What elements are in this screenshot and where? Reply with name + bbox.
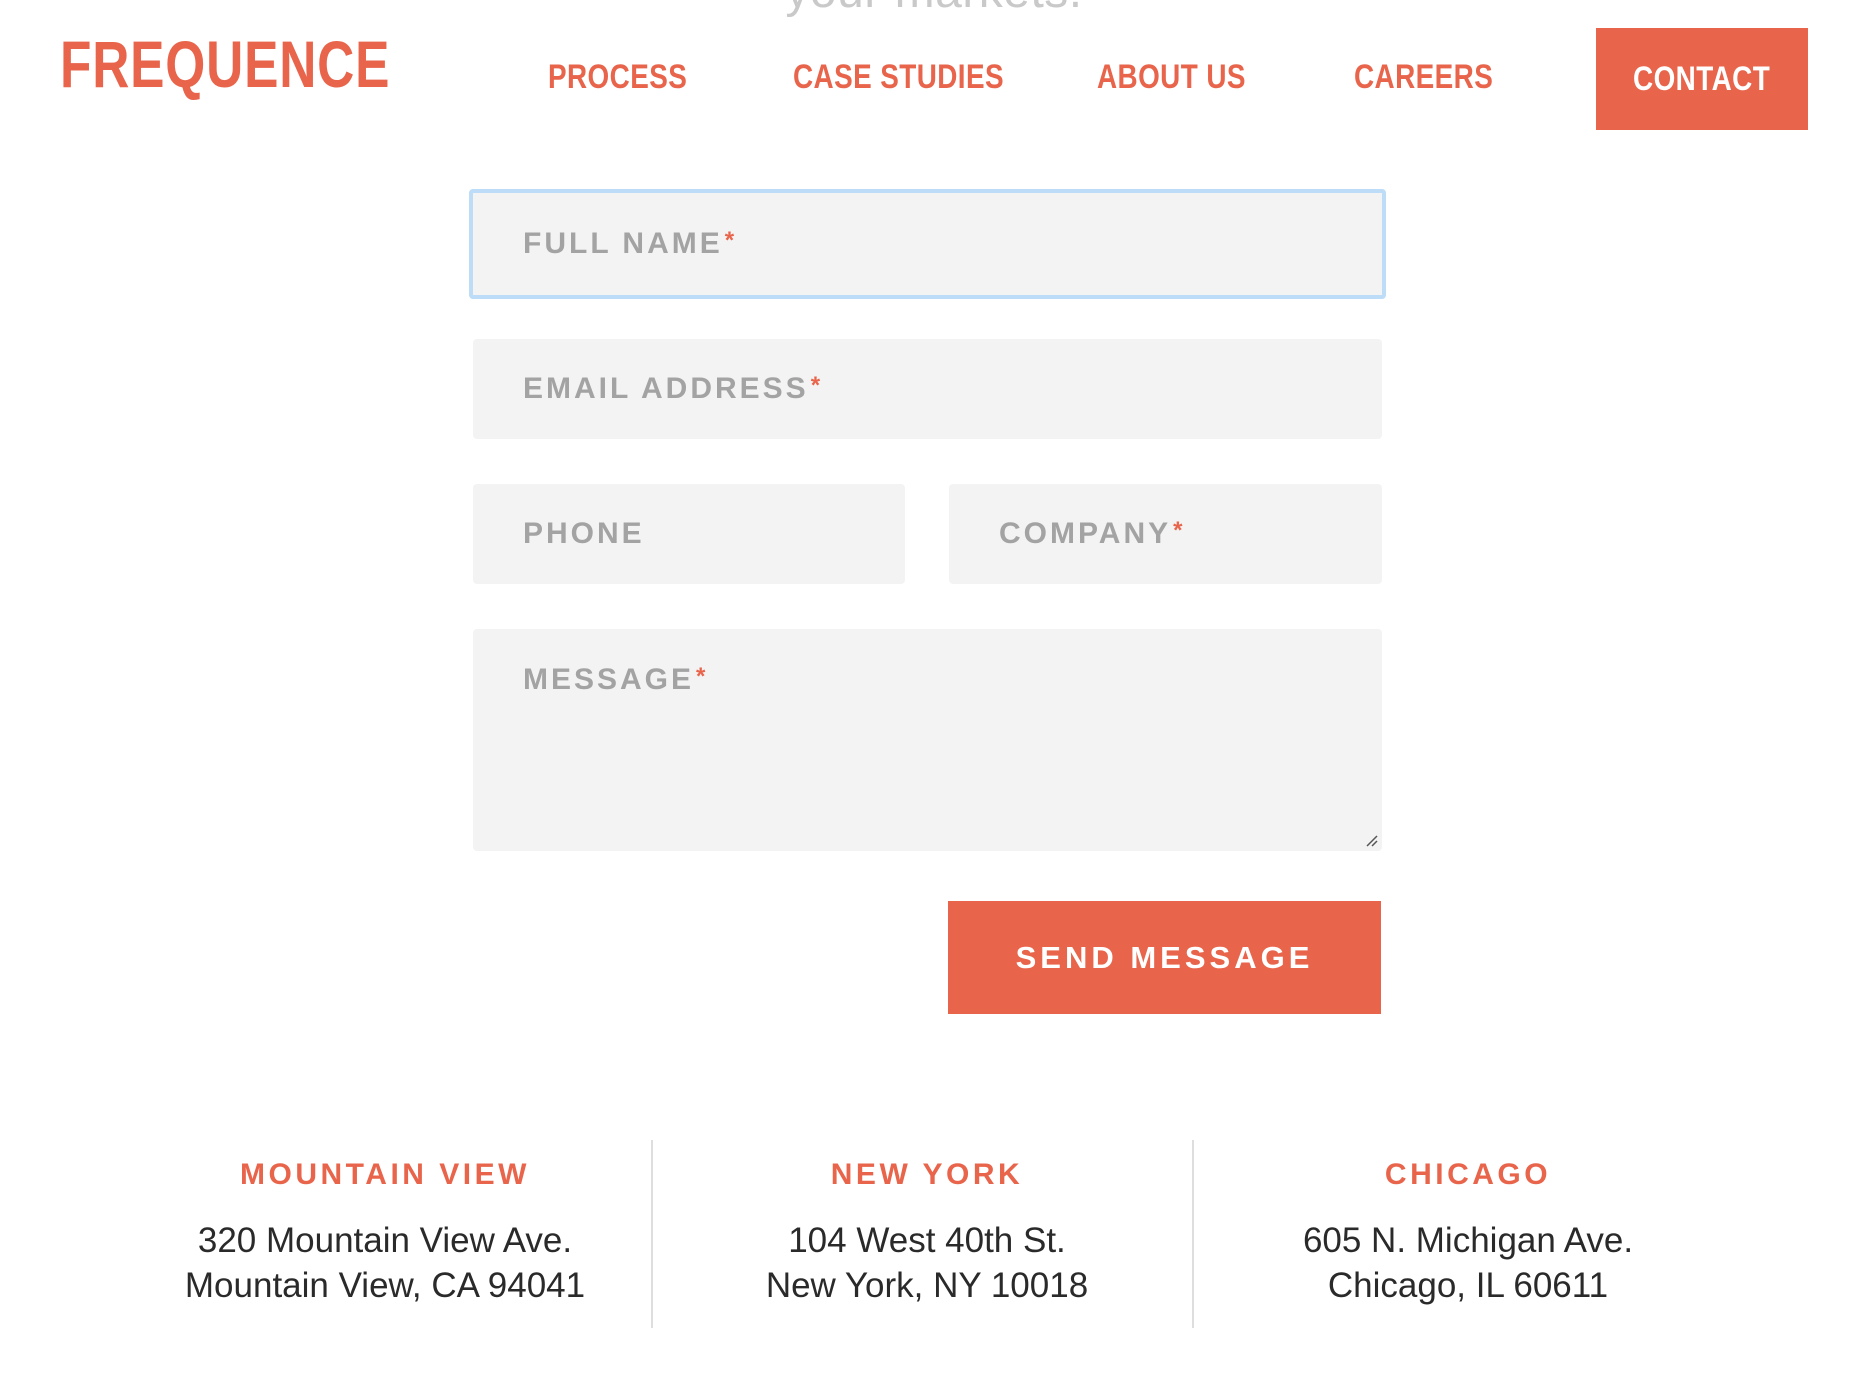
office-city: CHICAGO (1384, 1158, 1552, 1191)
office-address-line1: 605 N. Michigan Ave. (1302, 1221, 1634, 1260)
office-mountain-view: MOUNTAIN VIEW 320 Mountain View Ave. Mou… (115, 1140, 655, 1308)
company-input[interactable]: COMPANY* (949, 484, 1382, 584)
email-placeholder: EMAIL ADDRESS* (523, 372, 824, 405)
phone-input[interactable]: PHONE (473, 484, 905, 584)
contact-page: your markets. FREQUENCE PROCESS CASE STU… (0, 0, 1868, 1392)
office-address-line1: 320 Mountain View Ave. (197, 1221, 573, 1260)
office-new-york: NEW YORK 104 West 40th St. New York, NY … (657, 1140, 1197, 1308)
nav-careers[interactable]: CAREERS (1354, 58, 1493, 97)
message-textarea[interactable]: MESSAGE* (473, 629, 1382, 851)
office-address-line2: Chicago, IL 60611 (1327, 1266, 1609, 1305)
office-address-line2: Mountain View, CA 94041 (184, 1266, 586, 1305)
nav-contact-button[interactable]: CONTACT (1596, 28, 1808, 130)
nav-case-studies[interactable]: CASE STUDIES (793, 58, 1004, 97)
nav-about-us[interactable]: ABOUT US (1097, 58, 1246, 97)
phone-placeholder: PHONE (523, 517, 645, 550)
email-input[interactable]: EMAIL ADDRESS* (473, 339, 1382, 439)
full-name-input[interactable]: FULL NAME* (469, 189, 1386, 299)
resize-handle-icon[interactable] (1364, 833, 1378, 847)
full-name-placeholder: FULL NAME* (523, 227, 738, 260)
frequence-logo[interactable]: FREQUENCE (60, 26, 390, 102)
message-placeholder: MESSAGE* (523, 663, 709, 696)
office-divider (651, 1140, 653, 1328)
office-divider (1192, 1140, 1194, 1328)
office-city: MOUNTAIN VIEW (240, 1158, 530, 1191)
company-placeholder: COMPANY* (999, 517, 1186, 550)
office-city: NEW YORK (830, 1158, 1024, 1191)
tagline-fragment: your markets. (0, 0, 1868, 19)
nav-process[interactable]: PROCESS (548, 58, 687, 97)
office-address-line1: 104 West 40th St. (788, 1221, 1066, 1260)
nav-contact-label: CONTACT (1633, 59, 1771, 98)
office-address-line2: New York, NY 10018 (765, 1266, 1089, 1305)
send-message-button[interactable]: SEND MESSAGE (948, 901, 1381, 1014)
office-chicago: CHICAGO 605 N. Michigan Ave. Chicago, IL… (1198, 1140, 1738, 1308)
